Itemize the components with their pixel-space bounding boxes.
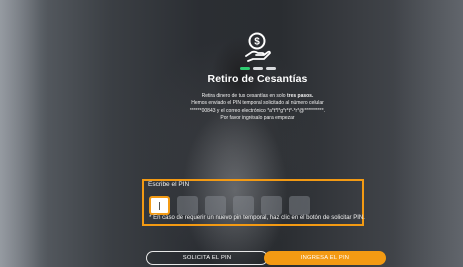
background-window-right [393,0,463,267]
instructions-line-3: ******00843 y el correo electrónico *a*t… [189,107,326,114]
pin-note: * En caso de requerir un nuevo pin tempo… [149,215,365,221]
step-dot-1 [240,67,250,70]
svg-text:$: $ [254,37,260,48]
instructions-text: Retira dinero de tus cesantías en solo t… [150,93,365,122]
pin-digit-4[interactable] [233,196,254,215]
background-window-left [0,0,48,267]
page-title: Retiro de Cesantías [207,73,308,85]
pin-label: Escribe el PIN [148,181,190,188]
instructions-line-2: Hemos enviado el PIN temporal solicitado… [191,100,324,107]
pin-digit-6[interactable] [289,196,310,215]
step-indicator [240,67,276,70]
pin-input-group [149,196,310,215]
step-dot-2 [253,67,263,70]
pin-digit-3[interactable] [205,196,226,215]
enter-pin-button[interactable]: INGRESA EL PIN [264,251,386,265]
instructions-line-4: Por favor ingrésalo para empezar [220,114,295,121]
pin-digit-2[interactable] [177,196,198,215]
pin-digit-1[interactable] [149,196,170,215]
pin-digit-5[interactable] [261,196,282,215]
instructions-line-1: Retira dinero de tus cesantías en solo t… [201,93,314,99]
background-photo [0,0,463,267]
step-dot-3 [266,67,276,70]
money-hand-icon: $ [243,32,271,64]
background-person-figure [150,20,320,267]
request-pin-button[interactable]: SOLICITA EL PIN [146,251,268,265]
